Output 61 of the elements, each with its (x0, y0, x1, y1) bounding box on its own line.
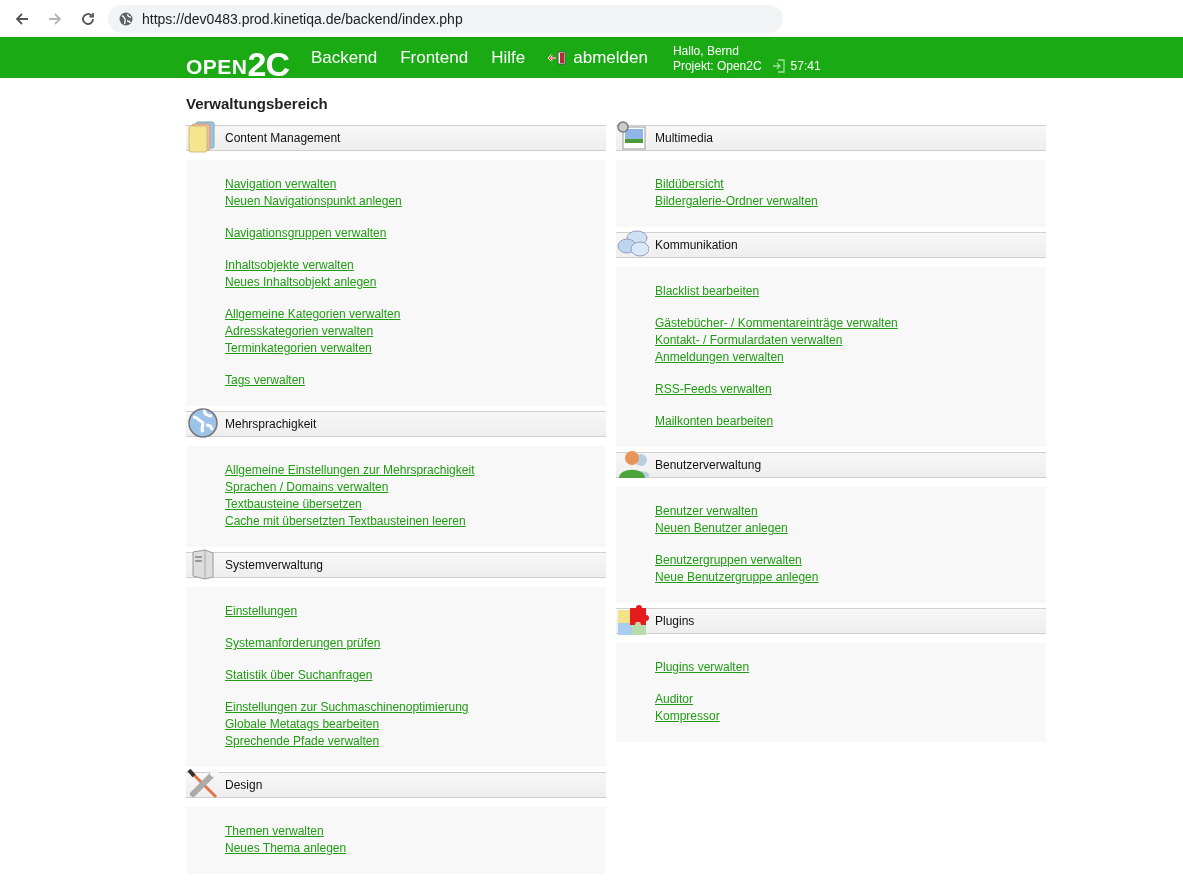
link[interactable]: Systemanforderungen prüfen (225, 635, 381, 652)
link[interactable]: Anmeldungen verwalten (655, 349, 784, 366)
link[interactable]: Tags verwalten (225, 372, 306, 389)
link[interactable]: Allgemeine Kategorien verwalten (225, 306, 401, 323)
link[interactable]: Benutzer verwalten (655, 503, 758, 520)
link[interactable]: Neue Benutzergruppe anlegen (655, 569, 819, 586)
page-title: Verwaltungsbereich (186, 95, 329, 112)
back-icon[interactable] (14, 10, 30, 27)
wrench-brush-icon (187, 768, 219, 800)
link[interactable]: Statistik über Suchanfragen (225, 667, 373, 684)
link[interactable]: Allgemeine Einstellungen zur Mehrsprachigkeit (225, 462, 475, 479)
link[interactable]: Blacklist bearbeiten (655, 283, 760, 300)
link[interactable]: Plugins verwalten (655, 659, 750, 676)
section-header: Mehrsprachigkeit (186, 411, 606, 437)
link[interactable]: Themen verwalten (225, 823, 324, 840)
link[interactable]: Bildergalerie-Ordner verwalten (655, 193, 818, 210)
door-arrow-icon (548, 50, 567, 65)
logout-link[interactable]: abmelden (573, 47, 648, 68)
link[interactable]: Gästebücher- / Kommentareinträge verwalten (655, 315, 898, 332)
link[interactable]: Benutzergruppen verwalten (655, 552, 802, 569)
puzzle-icon (617, 604, 649, 636)
link[interactable]: Sprechende Pfade verwalten (225, 733, 380, 750)
link[interactable]: Navigationsgruppen verwalten (225, 225, 387, 242)
nav-link[interactable]: Backend (311, 47, 378, 68)
link[interactable]: Auditor (655, 691, 694, 708)
link[interactable]: Neuen Benutzer anlegen (655, 520, 788, 537)
project-text: Projekt: Open2C (672, 58, 762, 74)
section-header: Systemverwaltung (186, 552, 606, 578)
link[interactable]: Inhaltsobjekte verwalten (225, 257, 354, 274)
link[interactable]: Cache mit übersetzten Textbausteinen leeren (225, 513, 466, 530)
section-header: Plugins (616, 608, 1046, 634)
link[interactable]: Kompressor (655, 708, 720, 725)
nav-link[interactable]: Hilfe (491, 47, 526, 68)
link[interactable]: Einstellungen zur Suchmaschinenoptimierung (225, 699, 469, 716)
link[interactable]: Navigation verwalten (225, 176, 337, 193)
link[interactable]: Globale Metatags bearbeiten (225, 716, 380, 733)
greeting-text: Hallo, Bernd (672, 43, 740, 59)
link[interactable]: Neuen Navigationspunkt anlegen (225, 193, 402, 210)
link[interactable]: Neues Inhaltsobjekt anlegen (225, 274, 377, 291)
section-header: Kommunikation (616, 232, 1046, 258)
address-bar[interactable]: https://dev0483.prod.kinetiqa.de/backend/index.php (108, 4, 783, 33)
link[interactable]: Adresskategorien verwalten (225, 323, 374, 340)
link[interactable]: Neues Thema anlegen (225, 840, 347, 857)
section-header: Content Management (186, 125, 606, 151)
section-header: Multimedia (616, 125, 1046, 151)
nav-link[interactable]: Frontend (400, 47, 469, 68)
reload-icon[interactable] (80, 10, 96, 27)
link[interactable]: Bildübersicht (655, 176, 724, 193)
link[interactable]: RSS-Feeds verwalten (655, 381, 772, 398)
exit-door-icon (772, 59, 785, 73)
link[interactable]: Einstellungen (225, 603, 298, 620)
link[interactable]: Mailkonten bearbeiten (655, 413, 774, 430)
globe-icon (119, 11, 133, 26)
link[interactable]: Textbausteine übersetzen (225, 496, 362, 513)
session-timer: 57:41 (790, 58, 821, 74)
link[interactable]: Terminkategorien verwalten (225, 340, 372, 357)
link[interactable]: Kontakt- / Formulardaten verwalten (655, 332, 843, 349)
link[interactable]: Sprachen / Domains verwalten (225, 479, 389, 496)
logo[interactable]: OPEN2C (186, 37, 289, 78)
section-header: Benutzerverwaltung (616, 452, 1046, 478)
section-header: Design (186, 772, 606, 798)
